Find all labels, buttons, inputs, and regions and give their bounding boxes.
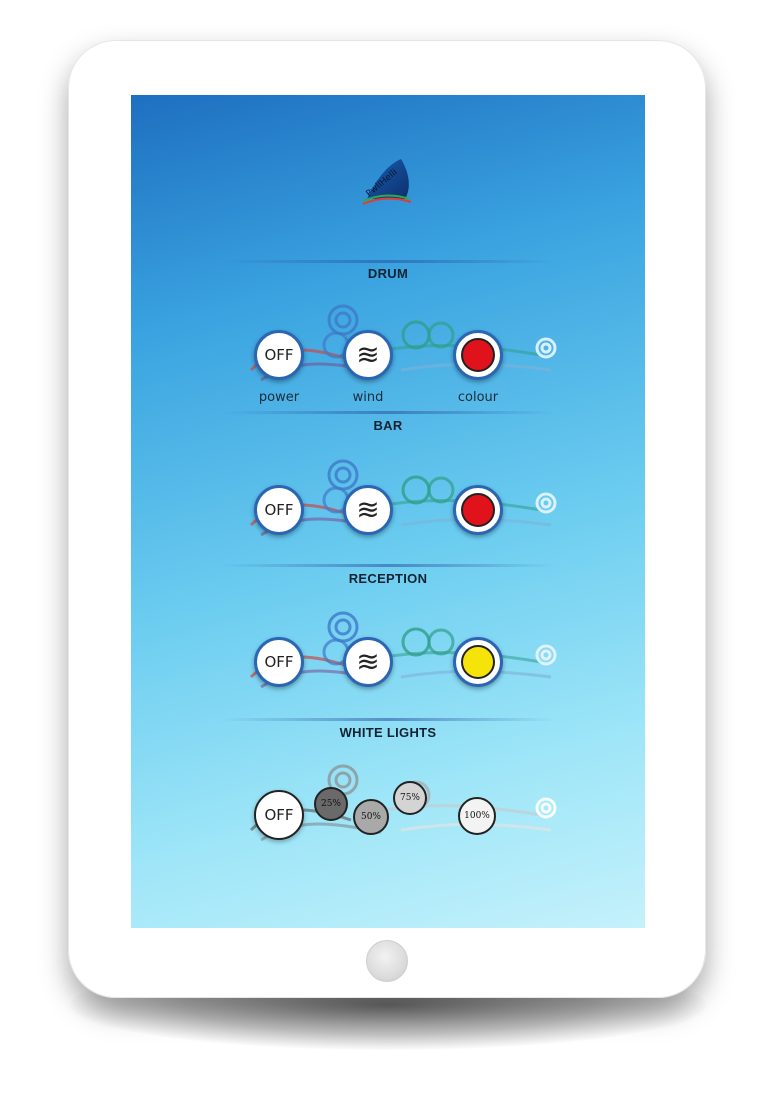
wind-icon: ≋ [356, 493, 380, 526]
wind-icon: ≋ [356, 338, 380, 371]
section-title-drum: DRUM [367, 266, 409, 281]
white-lights-100-button[interactable]: 100% [458, 797, 496, 835]
section-divider [221, 411, 555, 414]
reception-power-button[interactable]: OFF [254, 637, 304, 687]
section-title-white-lights: WHITE LIGHTS [339, 725, 437, 740]
white-lights-75-button[interactable]: 75% [393, 781, 427, 815]
caption-colour: colour [457, 390, 499, 405]
tablet-frame: PwllHelli DRUM OFF ≋ power wind colour B… [68, 40, 706, 998]
reception-wind-button[interactable]: ≋ [343, 637, 393, 687]
colour-swatch-icon [461, 338, 495, 372]
drum-colour-button[interactable] [453, 330, 503, 380]
section-divider [221, 718, 555, 721]
bar-colour-button[interactable] [453, 485, 503, 535]
section-divider [221, 564, 555, 567]
bar-power-button[interactable]: OFF [254, 485, 304, 535]
caption-power: power [258, 390, 300, 405]
bar-wind-button[interactable]: ≋ [343, 485, 393, 535]
white-lights-25-button[interactable]: 25% [314, 787, 348, 821]
drum-wind-button[interactable]: ≋ [343, 330, 393, 380]
white-lights-off-button[interactable]: OFF [254, 790, 304, 840]
off-icon: OFF [264, 501, 294, 519]
caption-wind: wind [352, 390, 384, 405]
reception-colour-button[interactable] [453, 637, 503, 687]
pwllhelli-logo: PwllHelli [362, 159, 412, 205]
section-divider [221, 260, 555, 263]
off-icon: OFF [264, 806, 294, 824]
off-icon: OFF [264, 346, 294, 364]
drum-power-button[interactable]: OFF [254, 330, 304, 380]
colour-swatch-icon [461, 493, 495, 527]
home-button[interactable] [366, 940, 408, 982]
section-title-reception: RECEPTION [348, 571, 428, 586]
colour-swatch-icon [461, 645, 495, 679]
section-title-bar: BAR [373, 418, 403, 433]
white-lights-50-button[interactable]: 50% [353, 799, 389, 835]
app-screen: PwllHelli DRUM OFF ≋ power wind colour B… [131, 95, 645, 928]
off-icon: OFF [264, 653, 294, 671]
wind-icon: ≋ [356, 645, 380, 678]
